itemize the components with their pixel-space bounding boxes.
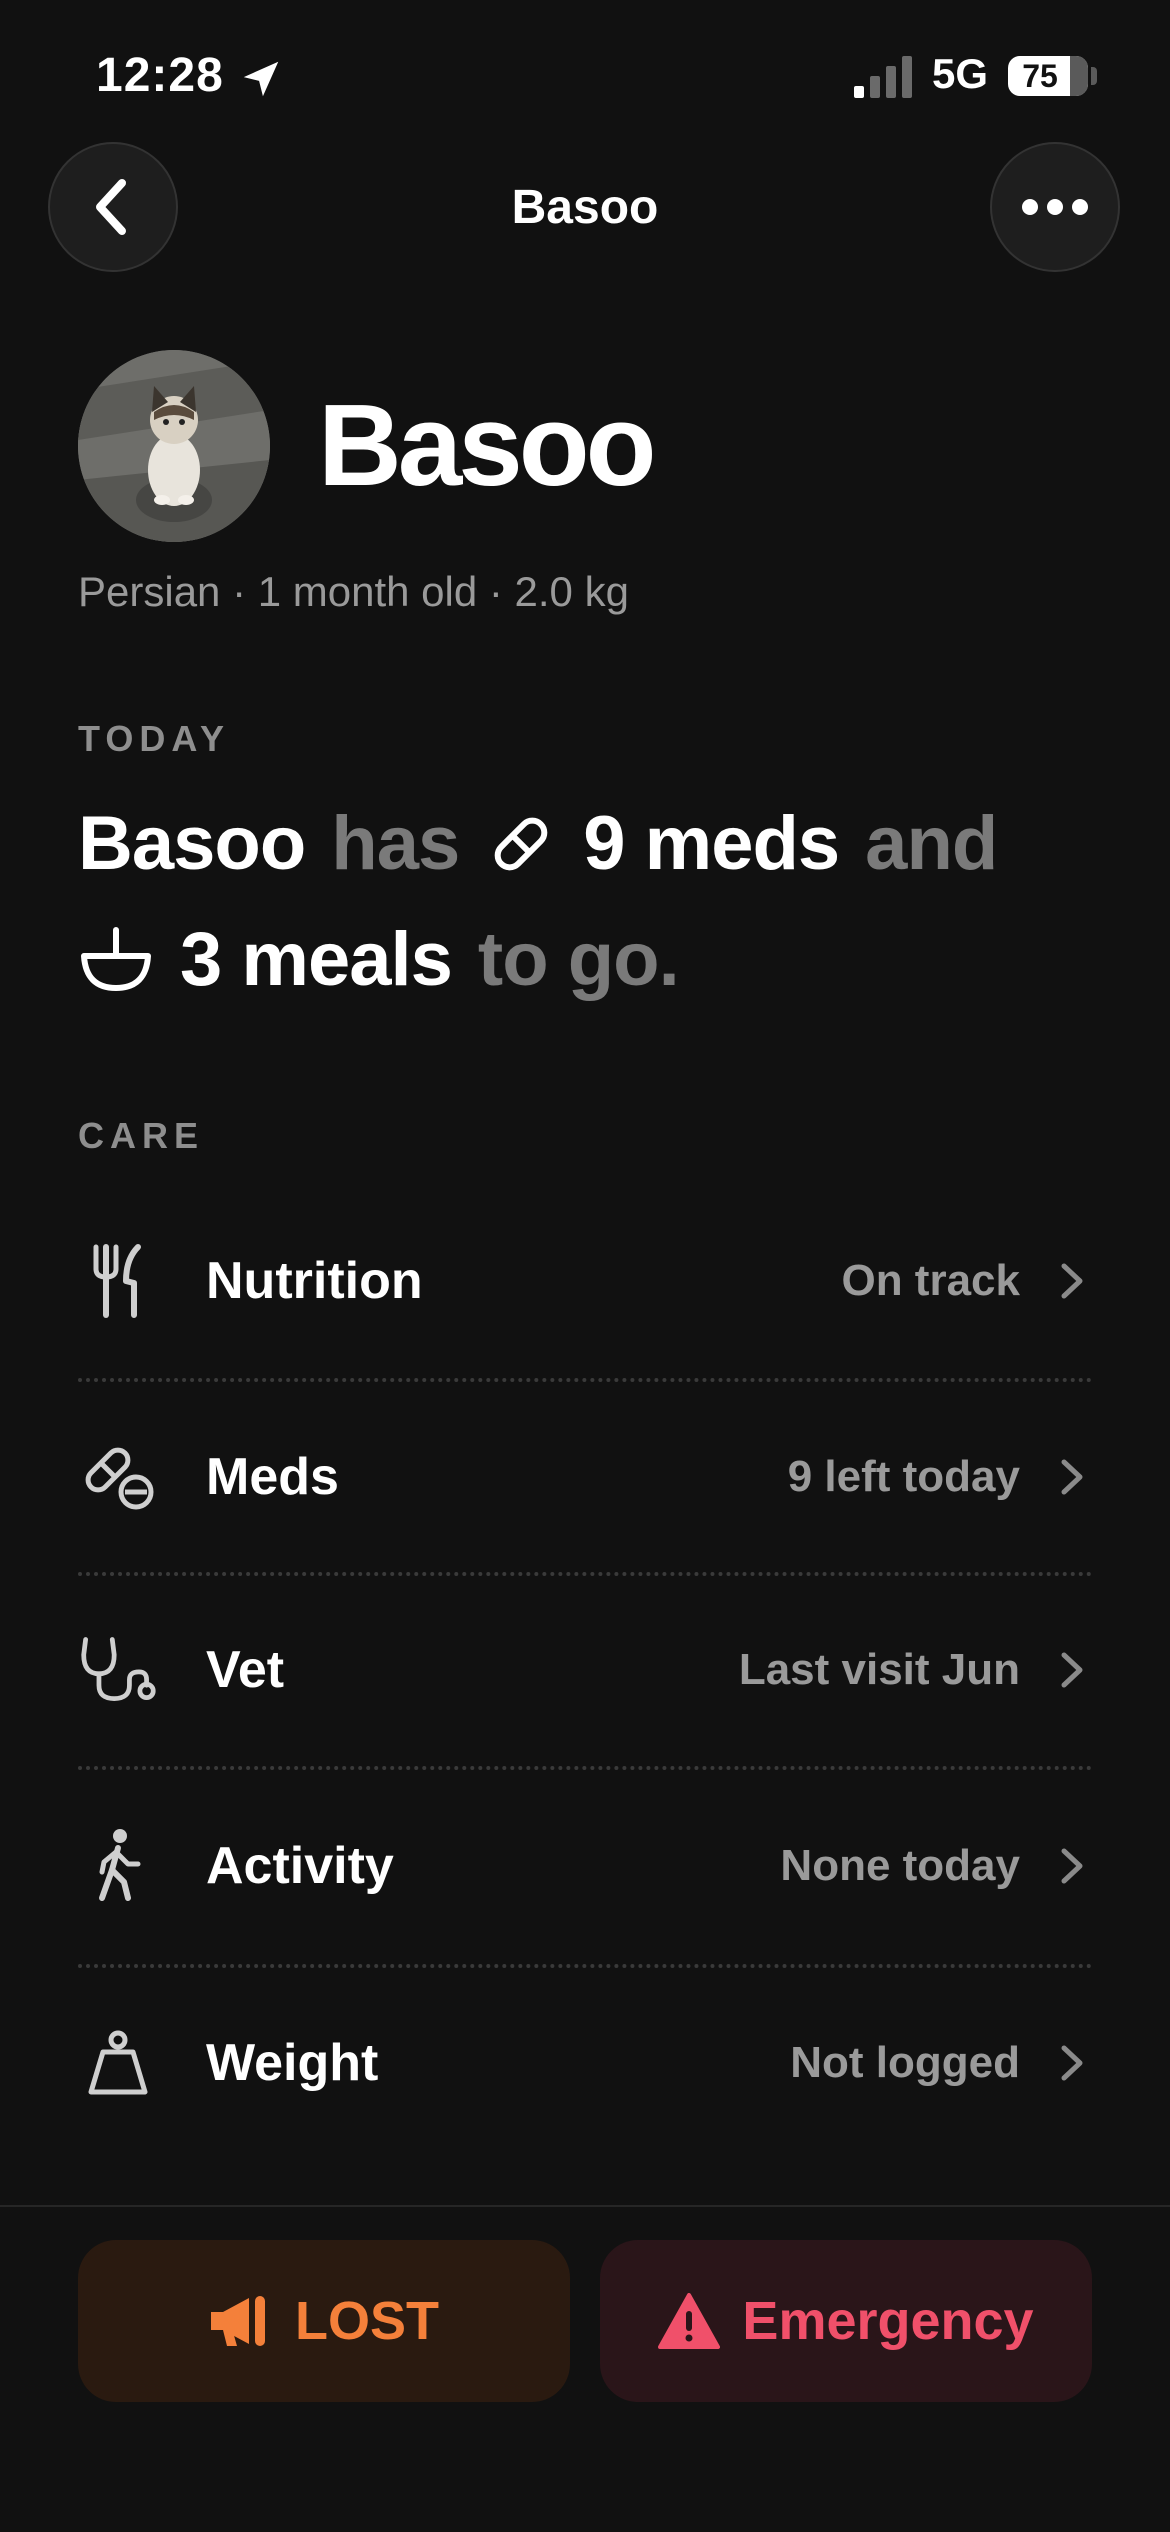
lost-label: LOST: [295, 2291, 439, 2351]
care-label: Activity: [206, 1837, 394, 1895]
location-arrow-icon: [243, 61, 279, 97]
bowl-icon: [81, 926, 151, 991]
care-status: 9 left today: [787, 1452, 1020, 1501]
emergency-label: Emergency: [742, 2291, 1034, 2351]
today-pet-name: Basoo: [78, 801, 306, 886]
megaphone-icon: [211, 2296, 265, 2346]
divider: [78, 1964, 1092, 1968]
stethoscope-icon: [78, 1630, 158, 1710]
today-summary-line-1: Basoo has 9 meds and: [78, 800, 998, 887]
walking-person-icon: [78, 1826, 158, 1906]
chevron-right-icon: [1052, 1261, 1092, 1301]
today-has: has: [331, 801, 460, 886]
today-section-label: TODAY: [78, 718, 231, 759]
divider: [78, 1572, 1092, 1576]
status-bar: 12:28 5G 75: [0, 0, 1170, 150]
signal-icon: [854, 56, 912, 98]
care-item-nutrition[interactable]: Nutrition On track: [78, 1216, 1092, 1346]
today-meals-count: 3 meals: [180, 917, 453, 1002]
status-time: 12:28: [96, 49, 224, 102]
care-status: Not logged: [790, 2038, 1020, 2087]
care-label: Meds: [206, 1448, 339, 1506]
pet-details: Persian · 1 month old · 2.0 kg: [78, 568, 629, 615]
avatar[interactable]: [78, 350, 270, 542]
care-status: On track: [841, 1256, 1020, 1305]
chevron-right-icon: [1052, 1457, 1092, 1497]
today-summary-line-2: 3 meals to go.: [78, 916, 680, 1003]
today-and: and: [865, 801, 998, 886]
bottom-separator: [0, 2205, 1170, 2207]
cat-photo: [78, 350, 270, 542]
pills-icon: [78, 1437, 158, 1517]
care-item-activity[interactable]: Activity None today: [78, 1801, 1092, 1931]
chevron-right-icon: [1052, 1846, 1092, 1886]
pill-icon: [494, 817, 548, 870]
care-item-meds[interactable]: Meds 9 left today: [78, 1412, 1092, 1542]
chevron-right-icon: [1052, 2043, 1092, 2083]
scale-weight-icon: [78, 2023, 158, 2103]
care-label: Vet: [206, 1641, 285, 1699]
ellipsis-icon: [1022, 199, 1088, 215]
care-label: Nutrition: [206, 1252, 423, 1310]
care-item-vet[interactable]: Vet Last visit Jun: [78, 1605, 1092, 1735]
divider: [78, 1378, 1092, 1382]
emergency-button[interactable]: Emergency: [600, 2240, 1092, 2402]
fork-knife-icon: [78, 1241, 158, 1321]
battery-level: 75: [1022, 58, 1058, 94]
today-to-go: to go.: [477, 917, 680, 1002]
today-meds-count: 9 meds: [583, 801, 840, 886]
care-item-weight[interactable]: Weight Not logged: [78, 1998, 1092, 2128]
battery-icon: 75: [1008, 56, 1088, 96]
care-section-label: CARE: [78, 1115, 205, 1156]
chevron-right-icon: [1052, 1650, 1092, 1690]
warning-triangle-icon: [658, 2293, 721, 2349]
divider: [78, 1766, 1092, 1770]
more-options-button[interactable]: [990, 142, 1120, 272]
network-label: 5G: [932, 50, 989, 97]
care-label: Weight: [206, 2034, 379, 2092]
pet-name: Basoo: [318, 380, 657, 510]
care-status: None today: [780, 1841, 1020, 1890]
care-status: Last visit Jun: [738, 1645, 1020, 1694]
lost-button[interactable]: LOST: [78, 2240, 570, 2402]
